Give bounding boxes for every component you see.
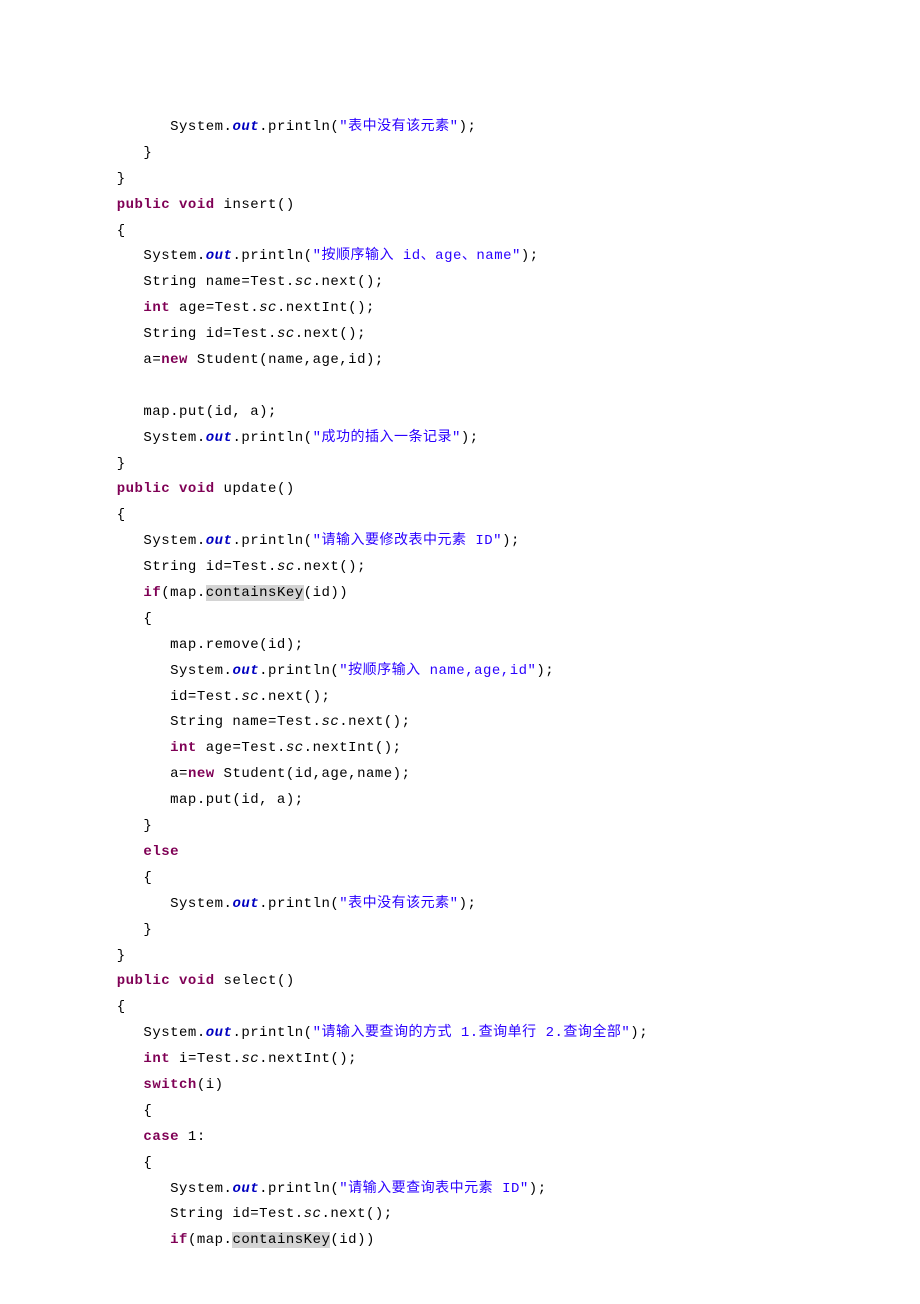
code-line: { bbox=[90, 223, 126, 239]
code-line: } bbox=[90, 922, 152, 938]
code-line: int age=Test.sc.nextInt(); bbox=[90, 300, 375, 316]
code-line: String name=Test.sc.next(); bbox=[90, 274, 384, 290]
code-line: System.out.println("请输入要修改表中元素 ID"); bbox=[90, 533, 520, 549]
code-line: } bbox=[90, 948, 126, 964]
code-line: } bbox=[90, 818, 152, 834]
code-line: System.out.println("按顺序输入 name,age,id"); bbox=[90, 663, 554, 679]
code-line: System.out.println("请输入要查询的方式 1.查询单行 2.查… bbox=[90, 1025, 648, 1041]
code-line: id=Test.sc.next(); bbox=[90, 689, 330, 705]
code-line: System.out.println("按顺序输入 id、age、name"); bbox=[90, 248, 539, 264]
code-line: map.put(id, a); bbox=[90, 792, 304, 808]
code-line: String id=Test.sc.next(); bbox=[90, 559, 366, 575]
code-line: String id=Test.sc.next(); bbox=[90, 326, 366, 342]
code-line: public void select() bbox=[90, 973, 295, 989]
code-line: if(map.containsKey(id)) bbox=[90, 1232, 375, 1248]
code-line: String id=Test.sc.next(); bbox=[90, 1206, 393, 1222]
code-line: else bbox=[90, 844, 179, 860]
code-line: map.remove(id); bbox=[90, 637, 304, 653]
code-line: int i=Test.sc.nextInt(); bbox=[90, 1051, 357, 1067]
code-line: map.put(id, a); bbox=[90, 404, 277, 420]
code-line: { bbox=[90, 999, 126, 1015]
code-line: } bbox=[90, 456, 126, 472]
code-line: String name=Test.sc.next(); bbox=[90, 714, 410, 730]
code-line: if(map.containsKey(id)) bbox=[90, 585, 348, 601]
code-line: } bbox=[90, 171, 126, 187]
code-line: { bbox=[90, 1155, 152, 1171]
code-line: int age=Test.sc.nextInt(); bbox=[90, 740, 402, 756]
code-line: System.out.println("表中没有该元素"); bbox=[90, 896, 476, 912]
document-page: System.out.println("表中没有该元素"); } } publi… bbox=[0, 0, 920, 1304]
code-line: a=new Student(name,age,id); bbox=[90, 352, 384, 368]
code-line: a=new Student(id,age,name); bbox=[90, 766, 411, 782]
code-line: System.out.println("请输入要查询表中元素 ID"); bbox=[90, 1181, 547, 1197]
code-line: System.out.println("表中没有该元素"); bbox=[90, 119, 476, 135]
code-line: } bbox=[90, 145, 152, 161]
code-line: public void update() bbox=[90, 481, 295, 497]
code-line: { bbox=[90, 870, 152, 886]
code-block: System.out.println("表中没有该元素"); } } publi… bbox=[90, 115, 830, 1254]
code-line: System.out.println("成功的插入一条记录"); bbox=[90, 430, 479, 446]
code-line: public void insert() bbox=[90, 197, 295, 213]
code-line: switch(i) bbox=[90, 1077, 224, 1093]
code-line: { bbox=[90, 1103, 152, 1119]
code-line: { bbox=[90, 611, 152, 627]
code-line: case 1: bbox=[90, 1129, 206, 1145]
code-line: { bbox=[90, 507, 126, 523]
